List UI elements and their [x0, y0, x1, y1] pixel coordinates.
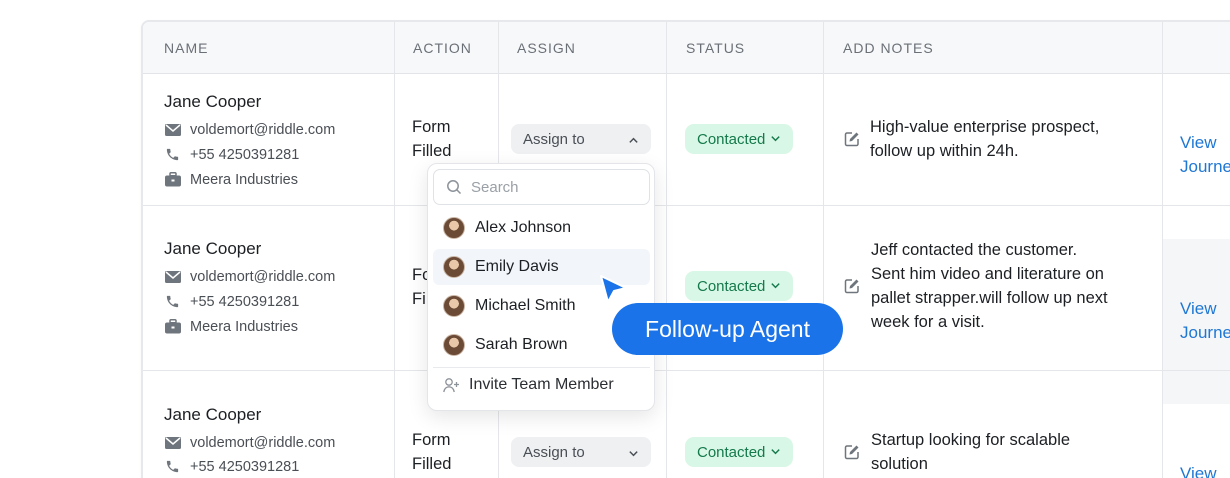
- add-user-icon: [443, 377, 460, 393]
- note-text: Jeff contacted the customer. Sent him vi…: [871, 241, 1108, 331]
- chevron-down-icon: [770, 444, 781, 461]
- avatar: [443, 217, 465, 239]
- contact-phone: +55 4250391281: [164, 146, 299, 163]
- briefcase-icon: [164, 318, 181, 335]
- contact-company: Meera Industries: [164, 318, 298, 335]
- header-name: NAME: [164, 40, 209, 56]
- header-assign: ASSIGN: [517, 40, 576, 56]
- view-journey-link[interactable]: View Journey: [1180, 297, 1230, 345]
- column-divider: [1162, 22, 1163, 478]
- note-text: Startup looking for scalable solution: [871, 431, 1071, 473]
- contact-name: Jane Cooper: [164, 405, 262, 424]
- avatar: [443, 295, 465, 317]
- mail-icon: [164, 268, 181, 285]
- contact-phone: +55 4250391281: [164, 293, 299, 310]
- column-divider: [823, 22, 824, 478]
- member-option[interactable]: Alex Johnson: [433, 210, 650, 246]
- contact-email: voldemort@riddle.com: [164, 434, 335, 451]
- view-journey-link[interactable]: View Journey: [1180, 131, 1230, 179]
- edit-icon[interactable]: [844, 444, 860, 460]
- status-badge[interactable]: Contacted: [685, 271, 794, 301]
- avatar: [443, 256, 465, 278]
- assign-dropdown[interactable]: Assign to: [511, 437, 651, 467]
- mail-icon: [164, 434, 181, 451]
- follow-up-agent-tooltip: Follow-up Agent: [612, 303, 843, 355]
- column-divider: [394, 22, 395, 478]
- cursor-pointer-icon: [599, 274, 629, 309]
- phone-icon: [164, 458, 181, 475]
- chevron-down-icon: [770, 131, 781, 148]
- phone-icon: [164, 293, 181, 310]
- chevron-up-icon: [628, 133, 639, 150]
- header-notes: ADD NOTES: [843, 40, 934, 56]
- contact-email: voldemort@riddle.com: [164, 268, 335, 285]
- row-divider: [143, 370, 1230, 371]
- edit-icon[interactable]: [844, 131, 860, 147]
- status-badge[interactable]: Contacted: [685, 124, 794, 154]
- column-divider: [666, 22, 667, 478]
- assign-dropdown[interactable]: Assign to: [511, 124, 651, 154]
- row-divider: [143, 205, 1230, 206]
- edit-icon[interactable]: [844, 278, 860, 294]
- header-status: STATUS: [686, 40, 746, 56]
- header-action: ACTION: [413, 40, 472, 56]
- contact-name: Jane Cooper: [164, 92, 262, 111]
- action-text: Form Filled: [412, 431, 452, 473]
- contact-phone: +55 4250391281: [164, 458, 299, 475]
- status-badge[interactable]: Contacted: [685, 437, 794, 467]
- invite-team-member-button[interactable]: Invite Team Member: [443, 376, 614, 394]
- mail-icon: [164, 121, 181, 138]
- briefcase-icon: [164, 171, 181, 188]
- phone-icon: [164, 146, 181, 163]
- search-input[interactable]: Search: [433, 169, 650, 205]
- chevron-down-icon: [628, 446, 639, 463]
- chevron-down-icon: [770, 278, 781, 295]
- table-header: NAME ACTION ASSIGN STATUS ADD NOTES: [143, 22, 1230, 74]
- contact-email: voldemort@riddle.com: [164, 121, 335, 138]
- view-journey-link[interactable]: View: [1180, 462, 1217, 478]
- search-icon: [446, 179, 462, 195]
- contact-company: Meera Industries: [164, 171, 298, 188]
- avatar: [443, 334, 465, 356]
- action-text: Form Filled: [412, 118, 452, 160]
- note-text: High-value enterprise prospect, follow u…: [870, 118, 1100, 160]
- contact-name: Jane Cooper: [164, 239, 262, 258]
- divider: [433, 367, 650, 368]
